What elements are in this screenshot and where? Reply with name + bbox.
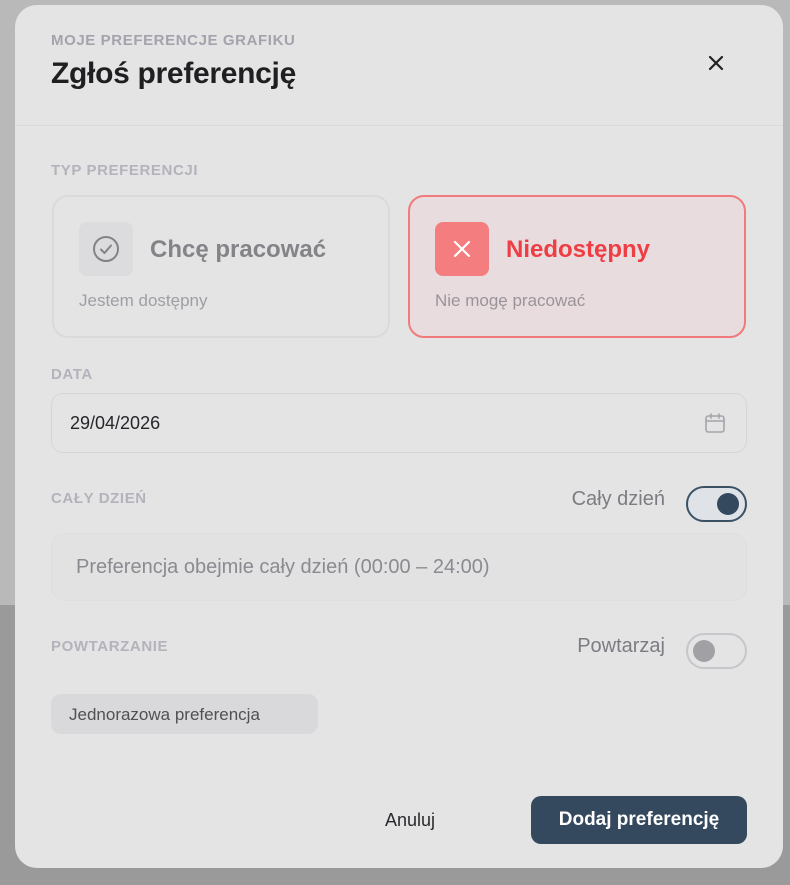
date-field[interactable]: 29/04/2026 [51, 393, 747, 453]
preference-type-label: TYP PREFERENCJI [51, 162, 199, 179]
date-label: DATA [51, 366, 93, 383]
repeat-toggle[interactable] [686, 633, 747, 669]
all-day-toggle-label: Cały dzień [571, 488, 665, 510]
close-icon [708, 55, 724, 71]
all-day-info: Preferencja obejmie cały dzień (00:00 – … [51, 533, 747, 601]
toggle-knob [693, 640, 715, 662]
calendar-icon[interactable] [703, 411, 727, 435]
repeat-mode-chip: Jednorazowa preferencja [51, 694, 318, 734]
modal-title: Zgłoś preferencję [51, 57, 296, 90]
modal-header: MOJE PREFERENCJE GRAFIKU Zgłoś preferenc… [15, 5, 783, 126]
check-circle-icon [93, 236, 119, 262]
date-value: 29/04/2026 [70, 413, 161, 433]
modal-eyebrow: MOJE PREFERENCJE GRAFIKU [51, 32, 296, 49]
all-day-label: CAŁY DZIEŃ [51, 490, 147, 507]
preference-modal: MOJE PREFERENCJE GRAFIKU Zgłoś preferenc… [15, 5, 783, 868]
repeat-label: POWTARZANIE [51, 638, 169, 655]
x-icon [453, 240, 471, 258]
option-subtitle: Jestem dostępny [79, 291, 208, 310]
chip-label: Jednorazowa preferencja [69, 705, 260, 724]
close-button[interactable] [701, 48, 731, 78]
option-subtitle: Nie mogę pracować [435, 291, 586, 310]
all-day-toggle[interactable] [686, 486, 747, 522]
option-title: Chcę pracować [150, 236, 327, 263]
option-unavailable[interactable]: Niedostępny Nie mogę pracować [408, 195, 746, 338]
option-icon-box [79, 222, 133, 276]
all-day-info-text: Preferencja obejmie cały dzień (00:00 – … [76, 556, 490, 578]
option-icon-box [435, 222, 489, 276]
cancel-button[interactable]: Anuluj [345, 796, 475, 844]
repeat-toggle-label: Powtarzaj [577, 635, 665, 657]
option-title: Niedostępny [506, 236, 651, 263]
option-want-to-work[interactable]: Chcę pracować Jestem dostępny [52, 195, 390, 338]
toggle-knob [717, 493, 739, 515]
add-preference-button[interactable]: Dodaj preferencję [531, 796, 747, 844]
